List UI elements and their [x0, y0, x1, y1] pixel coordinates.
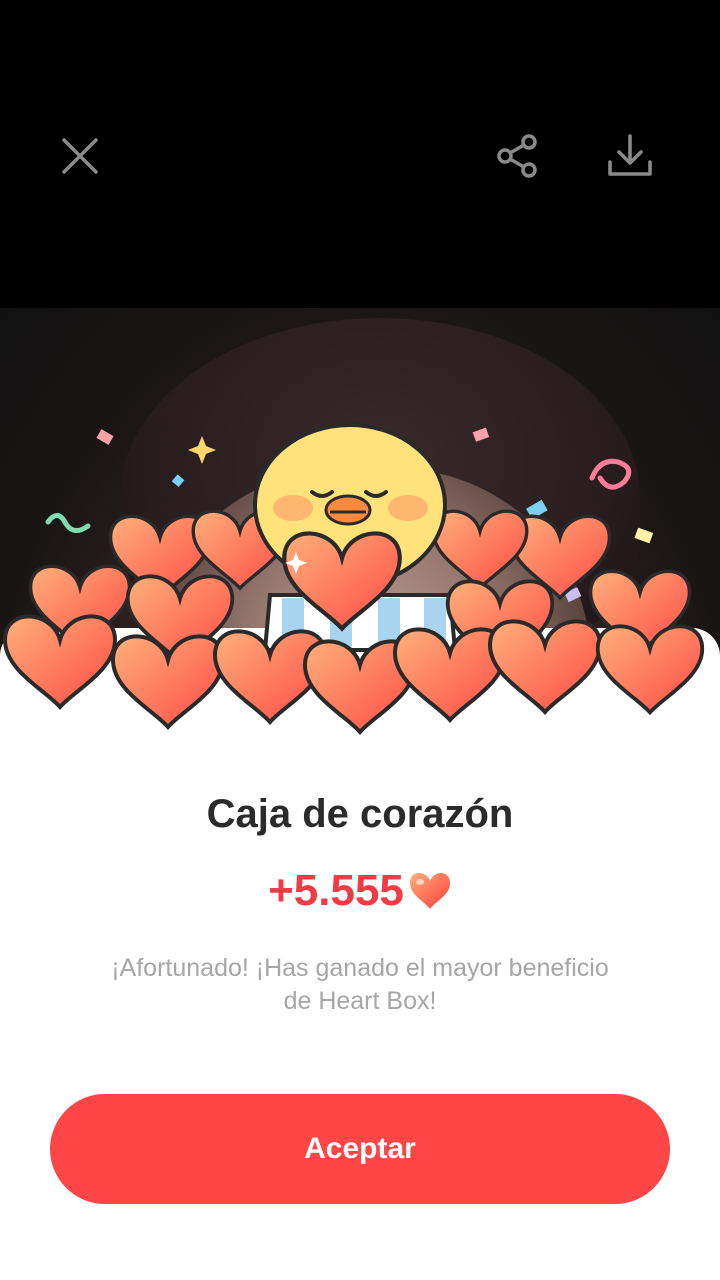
accept-button[interactable]: Aceptar [50, 1094, 670, 1204]
reward-title: Caja de corazón [206, 792, 514, 836]
share-icon [497, 134, 537, 178]
reward-description: ¡Afortunado! ¡Has ganado el mayor benefi… [111, 954, 609, 1015]
close-button[interactable] [48, 124, 112, 188]
download-icon [608, 134, 652, 176]
share-button[interactable] [486, 124, 550, 188]
close-icon [62, 138, 98, 174]
top-toolbar [0, 0, 720, 308]
reward-amount-value: +5.555 [268, 866, 404, 915]
heart-icon [409, 872, 450, 909]
download-button[interactable] [598, 124, 662, 188]
heart-box-reward-screen: Caja de corazón +5.555 ¡Afortunado! ¡Has… [0, 0, 720, 1280]
reward-amount: +5.555 [0, 866, 720, 916]
